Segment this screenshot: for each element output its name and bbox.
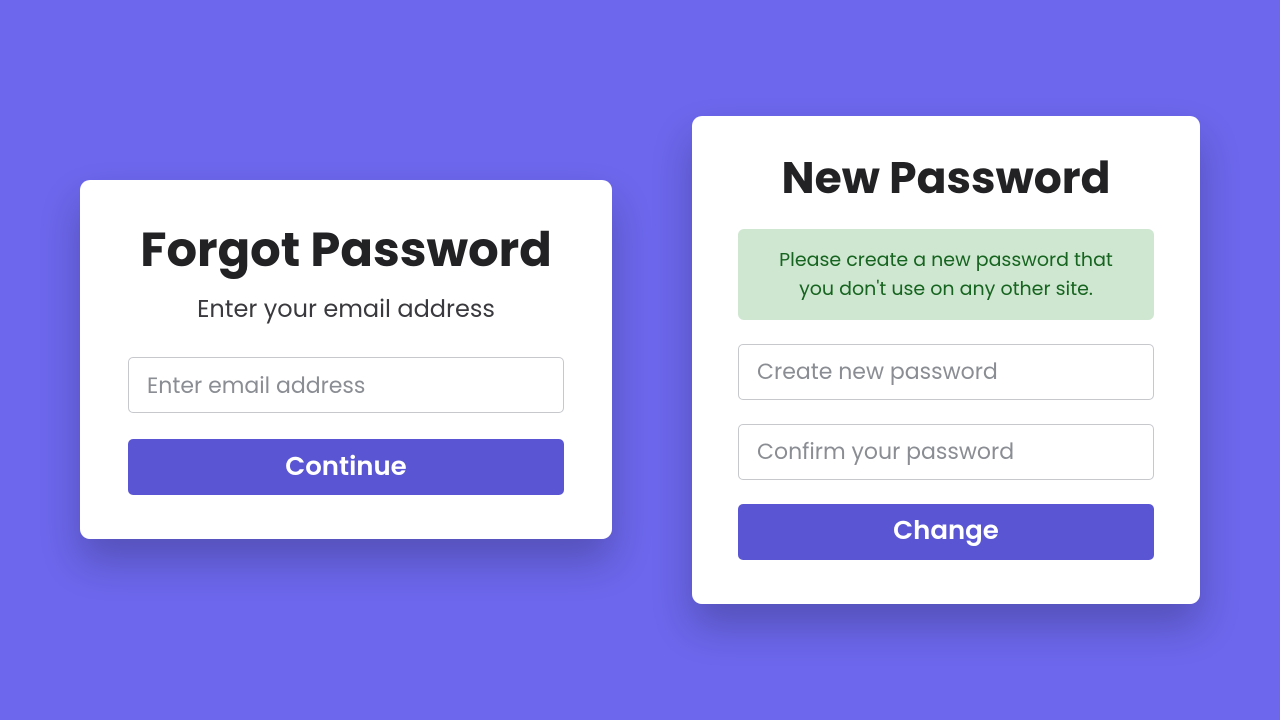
continue-button[interactable]: Continue [128,439,564,495]
forgot-password-card: Forgot Password Enter your email address… [80,180,612,539]
forgot-password-title: Forgot Password [128,214,564,286]
password-guidance-banner: Please create a new password that you do… [738,229,1154,320]
forgot-password-subtitle: Enter your email address [128,292,564,327]
new-password-title: New Password [738,146,1154,211]
new-password-field[interactable] [738,344,1154,400]
new-password-card: New Password Please create a new passwor… [692,116,1200,604]
confirm-password-field[interactable] [738,424,1154,480]
change-button[interactable]: Change [738,504,1154,560]
email-field[interactable] [128,357,564,413]
